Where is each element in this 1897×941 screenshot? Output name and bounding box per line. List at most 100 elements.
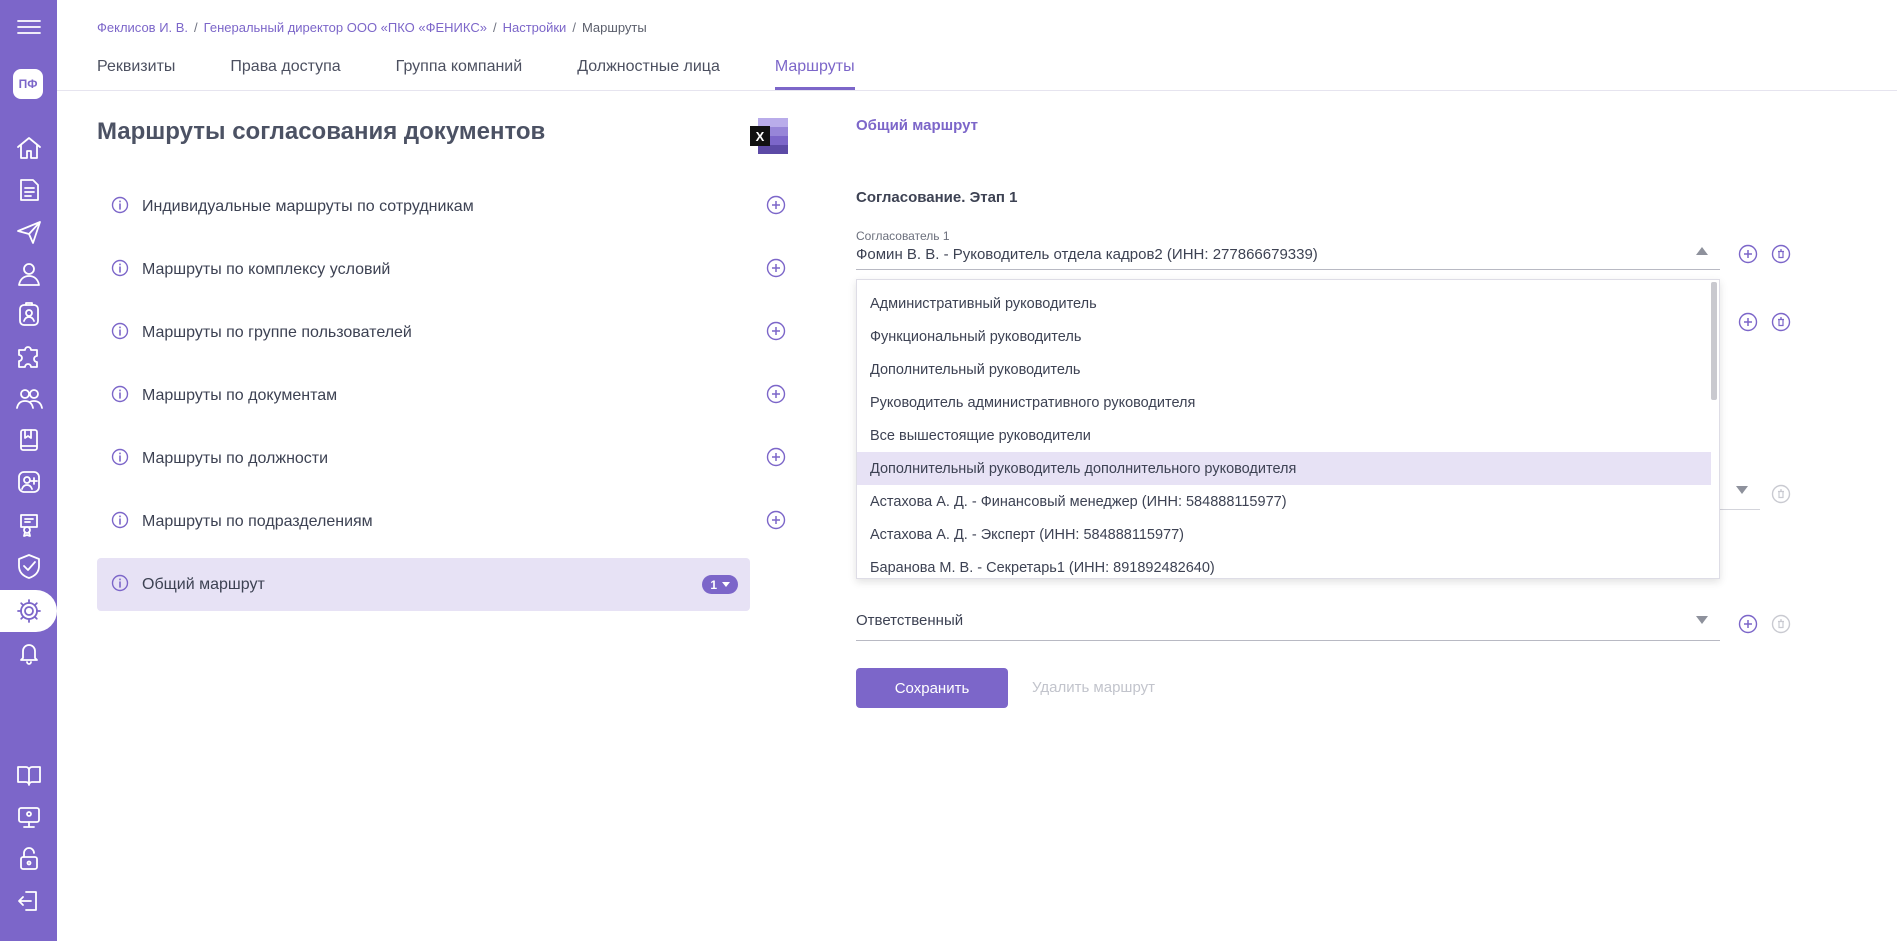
route-label: Маршруты по документам (142, 386, 338, 404)
nav-add-user[interactable] (0, 462, 57, 502)
save-button[interactable]: Сохранить (856, 668, 1008, 708)
breadcrumb-item-settings[interactable]: Настройки (503, 20, 567, 35)
nav-home[interactable] (0, 128, 57, 168)
nav-manual[interactable] (0, 755, 57, 795)
nav-lock[interactable] (0, 839, 57, 879)
lock-icon (19, 847, 38, 870)
excel-export-button[interactable]: X (750, 118, 790, 154)
nav-documents[interactable] (0, 170, 57, 210)
document-icon (19, 179, 39, 201)
route-item-documents[interactable]: Маршруты по документам (97, 369, 791, 422)
add-approver-icon[interactable] (1738, 244, 1758, 264)
nav-certificates[interactable] (0, 504, 57, 544)
dropdown-option[interactable]: Функциональный руководитель (857, 320, 1711, 353)
tab-requisites[interactable]: Реквизиты (97, 58, 175, 90)
menu-button[interactable] (0, 7, 57, 47)
delete-responsible-icon[interactable] (1771, 614, 1791, 634)
dropdown-option[interactable]: Административный руководитель (857, 287, 1711, 320)
breadcrumb: Феклисов И. В. / Генеральный директор ОО… (97, 20, 647, 35)
add-route-icon[interactable] (766, 384, 786, 404)
route-count: 1 (710, 577, 717, 592)
page-title: Маршруты согласования документов (97, 118, 546, 145)
nav-notifications[interactable] (0, 632, 57, 672)
tab-access-rights[interactable]: Права доступа (230, 58, 340, 90)
info-icon[interactable] (111, 385, 129, 403)
nav-training[interactable] (0, 797, 57, 837)
dropdown-option[interactable]: Астахова А. Д. - Эксперт (ИНН: 584888115… (857, 518, 1711, 551)
caret-down-icon[interactable] (1736, 486, 1748, 494)
responsible-field[interactable]: Ответственный (856, 612, 1720, 641)
route-item-user-group[interactable]: Маршруты по группе пользователей (97, 306, 791, 359)
add-approver-icon[interactable] (1738, 312, 1758, 332)
dropdown-option-highlighted[interactable]: Дополнительный руководитель дополнительн… (857, 452, 1711, 485)
add-route-icon[interactable] (766, 447, 786, 467)
info-icon[interactable] (111, 259, 129, 277)
stage-title: Согласование. Этап 1 (856, 189, 1018, 206)
delete-approver-icon[interactable] (1771, 484, 1791, 504)
users-icon (15, 389, 43, 409)
sidebar: ПФ (0, 0, 57, 941)
nav-employees[interactable] (0, 294, 57, 334)
info-icon[interactable] (111, 574, 129, 592)
nav-security[interactable] (0, 546, 57, 586)
add-route-icon[interactable] (766, 258, 786, 278)
logout-button[interactable] (0, 881, 57, 921)
route-item-position[interactable]: Маршруты по должности (97, 432, 791, 485)
caret-down-icon[interactable] (1696, 616, 1708, 624)
nav-send[interactable] (0, 212, 57, 252)
add-route-icon[interactable] (766, 321, 786, 341)
approver-dropdown[interactable]: Административный руководитель Функционал… (856, 279, 1720, 579)
presentation-icon (17, 807, 40, 828)
info-icon[interactable] (111, 448, 129, 466)
info-icon[interactable] (111, 196, 129, 214)
tab-company-group[interactable]: Группа компаний (396, 58, 523, 90)
breadcrumb-item-user[interactable]: Феклисов И. В. (97, 20, 188, 35)
route-count-badge[interactable]: 1 (702, 575, 738, 594)
breadcrumb-separator: / (194, 20, 198, 35)
add-route-icon[interactable] (766, 195, 786, 215)
gear-icon (16, 599, 41, 623)
breadcrumb-separator: / (572, 20, 576, 35)
caret-down-icon (722, 582, 730, 587)
shield-check-icon (17, 554, 40, 579)
dropdown-option[interactable]: Дополнительный руководитель (857, 353, 1711, 386)
caret-up-icon[interactable] (1696, 247, 1708, 255)
breadcrumb-item-position[interactable]: Генеральный директор ООО «ПКО «ФЕНИКС» (204, 20, 487, 35)
excel-label: X (756, 129, 765, 144)
nav-settings[interactable] (0, 590, 57, 632)
send-icon (16, 221, 41, 244)
route-item-departments[interactable]: Маршруты по подразделениям (97, 495, 791, 548)
dropdown-scrollbar[interactable] (1711, 282, 1717, 400)
route-label: Общий маршрут (142, 575, 265, 593)
delete-route-button[interactable]: Удалить маршрут (1032, 679, 1155, 696)
nav-groups[interactable] (0, 378, 57, 418)
info-icon[interactable] (111, 511, 129, 529)
delete-approver-icon[interactable] (1771, 312, 1791, 332)
route-label: Маршруты по комплексу условий (142, 260, 391, 278)
dropdown-option[interactable]: Все вышестоящие руководители (857, 419, 1711, 452)
route-item-individual[interactable]: Индивидуальные маршруты по сотрудникам (97, 180, 791, 233)
avatar[interactable]: ПФ (13, 69, 43, 99)
add-route-icon[interactable] (766, 510, 786, 530)
dropdown-option[interactable]: Баранова М. В. - Секретарь1 (ИНН: 891892… (857, 551, 1711, 578)
route-item-general[interactable]: Общий маршрут 1 (97, 558, 750, 611)
nav-integrations[interactable] (0, 336, 57, 376)
approver-value: Фомин В. В. - Руководитель отдела кадров… (856, 246, 1318, 263)
approver-label: Согласователь 1 (856, 229, 950, 243)
route-label: Маршруты по группе пользователей (142, 323, 412, 341)
dropdown-option[interactable]: Руководитель административного руководит… (857, 386, 1711, 419)
dropdown-option[interactable]: Астахова А. Д. - Финансовый менеджер (ИН… (857, 485, 1711, 518)
add-responsible-icon[interactable] (1738, 614, 1758, 634)
book-icon (19, 429, 38, 451)
nav-profile[interactable] (0, 254, 57, 294)
delete-approver-icon[interactable] (1771, 244, 1791, 264)
nav-journal[interactable] (0, 420, 57, 460)
route-detail-title: Общий маршрут (856, 117, 978, 134)
tab-routes[interactable]: Маршруты (774, 58, 855, 90)
approver-field[interactable]: Согласователь 1 Фомин В. В. - Руководите… (856, 229, 1720, 270)
tab-officials[interactable]: Должностные лица (577, 58, 720, 90)
route-item-conditions[interactable]: Маршруты по комплексу условий (97, 243, 791, 296)
home-icon (16, 137, 41, 159)
info-icon[interactable] (111, 322, 129, 340)
user-icon (17, 263, 40, 286)
